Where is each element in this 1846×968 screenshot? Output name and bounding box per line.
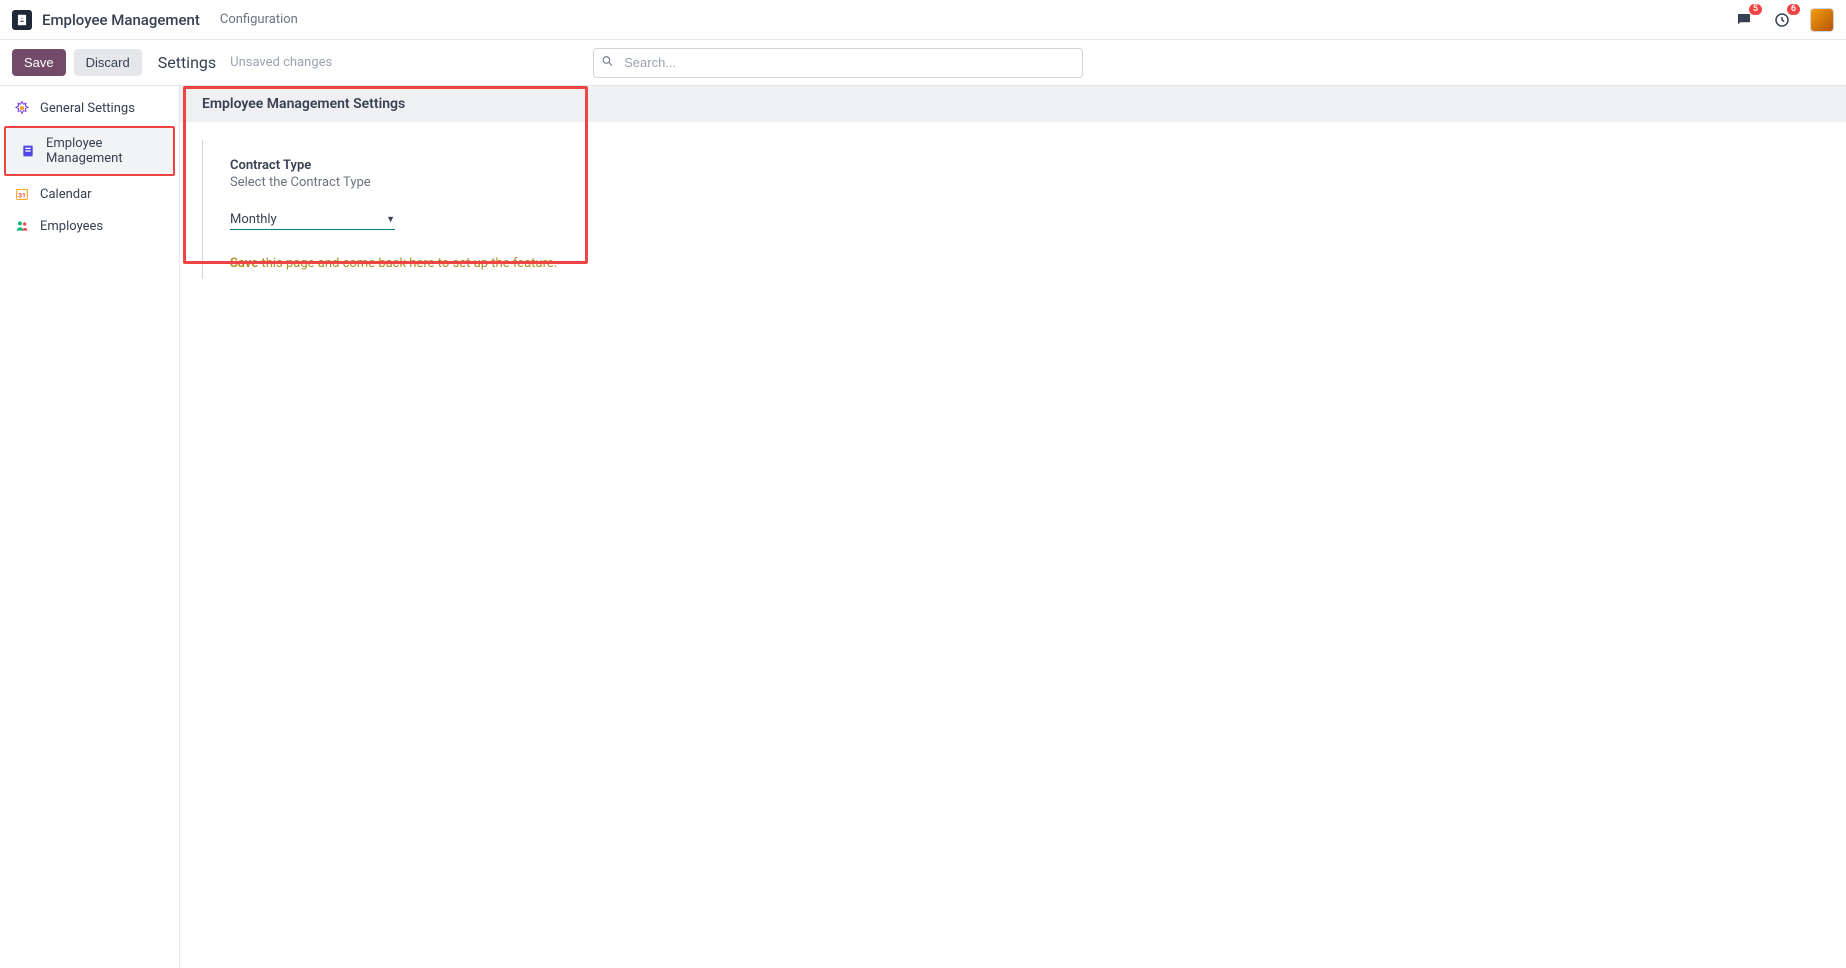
contract-type-value: Monthly	[230, 212, 277, 227]
sidebar-item-label: Calendar	[40, 187, 92, 202]
contract-icon	[20, 143, 36, 159]
sidebar-item-general-settings[interactable]: General Settings	[0, 92, 179, 124]
discard-button[interactable]: Discard	[74, 49, 142, 76]
search-input[interactable]	[593, 48, 1083, 78]
search-icon	[601, 54, 614, 71]
calendar-icon: 31	[14, 186, 30, 202]
body: General Settings Employee Management 31 …	[0, 86, 1846, 968]
svg-text:31: 31	[18, 191, 26, 199]
contract-type-description: Select the Contract Type	[230, 175, 1824, 190]
chevron-down-icon: ▼	[386, 214, 395, 225]
save-hint: Save this page and come back here to set…	[230, 256, 1824, 271]
sidebar-item-calendar[interactable]: 31 Calendar	[0, 178, 179, 210]
search-wrap	[593, 48, 1083, 78]
menu-configuration[interactable]: Configuration	[220, 12, 298, 27]
main-content: Employee Management Settings Contract Ty…	[180, 86, 1846, 968]
save-button[interactable]: Save	[12, 49, 66, 76]
section-body: Contract Type Select the Contract Type M…	[180, 122, 1846, 297]
topbar: Employee Management Configuration 5 6	[0, 0, 1846, 40]
unsaved-changes-label: Unsaved changes	[230, 55, 332, 70]
contract-type-select[interactable]: Monthly ▼	[230, 210, 395, 230]
topbar-right: 5 6	[1734, 8, 1834, 32]
highlighted-settings-area: Contract Type Select the Contract Type M…	[230, 158, 1824, 271]
sidebar: General Settings Employee Management 31 …	[0, 86, 180, 968]
section-header: Employee Management Settings	[180, 86, 1846, 122]
gear-icon	[14, 100, 30, 116]
actionbar: Save Discard Settings Unsaved changes	[0, 40, 1846, 86]
app-title[interactable]: Employee Management	[42, 11, 200, 29]
contract-type-label: Contract Type	[230, 158, 1824, 173]
sidebar-item-label: Employee Management	[46, 136, 159, 166]
people-icon	[14, 218, 30, 234]
sidebar-item-employees[interactable]: Employees	[0, 210, 179, 242]
app-icon[interactable]	[12, 10, 32, 30]
chat-icon[interactable]: 5	[1734, 10, 1754, 30]
sidebar-item-employee-management[interactable]: Employee Management	[4, 126, 175, 176]
save-hint-text: this page and come back here to set up t…	[258, 256, 557, 271]
save-link[interactable]: Save	[230, 256, 258, 271]
sidebar-item-label: General Settings	[40, 101, 135, 116]
clock-icon[interactable]: 6	[1772, 10, 1792, 30]
chat-badge: 5	[1749, 4, 1762, 15]
avatar[interactable]	[1810, 8, 1834, 32]
clock-badge: 6	[1787, 4, 1800, 15]
topbar-left: Employee Management Configuration	[12, 10, 298, 30]
settings-title: Settings	[158, 53, 216, 72]
sidebar-item-label: Employees	[40, 219, 103, 234]
